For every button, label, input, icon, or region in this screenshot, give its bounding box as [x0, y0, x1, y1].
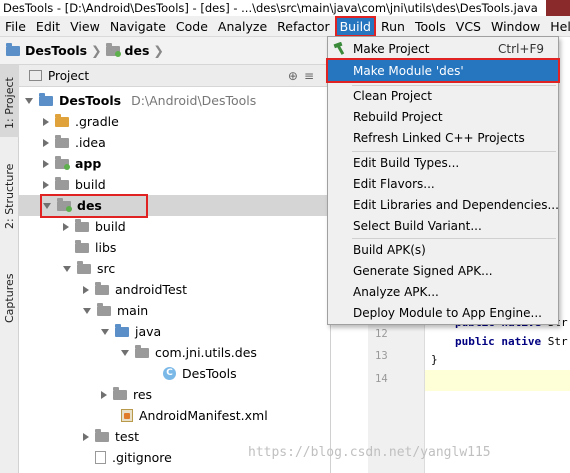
menu-code[interactable]: Code	[171, 16, 213, 37]
xml-file-icon	[121, 409, 133, 422]
folder-icon	[55, 134, 69, 148]
window-title-bar: DesTools - [D:\Android\DesTools] - [des]…	[0, 0, 570, 16]
annotation-box-des	[40, 194, 148, 218]
menu-item-analyze-apk[interactable]: Analyze APK...	[328, 281, 558, 302]
menu-item-make-project[interactable]: Make Project Ctrl+F9	[328, 38, 558, 59]
menu-item-rebuild-project[interactable]: Rebuild Project	[328, 106, 558, 127]
tree-row-libs[interactable]: libs	[19, 237, 374, 258]
tab-captures[interactable]: Captures	[0, 255, 19, 325]
folder-icon	[97, 302, 111, 316]
tree-row-app[interactable]: app	[19, 153, 354, 174]
menu-edit[interactable]: Edit	[31, 16, 65, 37]
menu-item-select-build-variant[interactable]: Select Build Variant...	[328, 215, 558, 236]
window-title: DesTools - [D:\Android\DesTools] - [des]…	[3, 1, 538, 15]
menu-build[interactable]: Build	[334, 15, 376, 37]
menu-item-generate-signed-apk[interactable]: Generate Signed APK...	[328, 260, 558, 281]
menu-item-build-apk[interactable]: Build APK(s)	[328, 239, 558, 260]
menu-item-edit-build-types[interactable]: Edit Build Types...	[328, 152, 558, 173]
menu-analyze[interactable]: Analyze	[213, 16, 272, 37]
line-number: 14	[375, 373, 388, 385]
chevron-right-icon: ❯	[153, 43, 164, 58]
menu-file[interactable]: File	[0, 16, 31, 37]
menu-refactor[interactable]: Refactor	[272, 16, 334, 37]
source-folder-icon	[115, 323, 129, 337]
line-number: 12	[375, 328, 388, 340]
tab-structure[interactable]: 2: Structure	[0, 153, 19, 233]
project-view-selector[interactable]: Project	[48, 69, 89, 83]
menu-vcs[interactable]: VCS	[451, 16, 486, 37]
module-folder-icon	[105, 42, 121, 57]
current-line-highlight	[425, 370, 570, 391]
tree-row-idea[interactable]: .idea	[19, 132, 354, 153]
folder-icon	[55, 113, 69, 127]
folder-icon	[55, 176, 69, 190]
line-number: 13	[375, 350, 388, 362]
menu-help[interactable]: Help	[545, 16, 570, 37]
breadcrumb-project[interactable]: DesTools	[25, 43, 87, 58]
menu-item-edit-flavors[interactable]: Edit Flavors...	[328, 173, 558, 194]
project-tree: DesTools D:\Android\DesTools .gradle .id…	[19, 87, 354, 473]
build-menu: Make Project Ctrl+F9 Make Module 'des' C…	[326, 36, 560, 325]
package-icon	[135, 344, 149, 358]
breadcrumb: DesTools ❯ des ❯	[0, 37, 330, 65]
tree-row-des-build[interactable]: build	[19, 216, 374, 237]
menu-tools[interactable]: Tools	[410, 16, 451, 37]
folder-icon	[95, 428, 109, 442]
folder-icon	[77, 260, 91, 274]
class-icon: C	[163, 367, 176, 380]
menu-run[interactable]: Run	[376, 16, 410, 37]
menu-item-refresh-cpp[interactable]: Refresh Linked C++ Projects	[328, 127, 558, 148]
tree-row-gradle[interactable]: .gradle	[19, 111, 354, 132]
menu-item-deploy-app-engine[interactable]: Deploy Module to App Engine...	[328, 302, 558, 323]
menu-bar: File Edit View Navigate Code Analyze Ref…	[0, 15, 570, 37]
chevron-right-icon: ❯	[91, 43, 102, 58]
hammer-icon	[333, 42, 345, 55]
menu-item-make-module[interactable]: Make Module 'des'	[326, 58, 560, 83]
project-panel-header: Project ⊕≡	[19, 65, 330, 87]
menu-view[interactable]: View	[65, 16, 105, 37]
code-line: }	[431, 353, 438, 366]
tool-window-strip: 1: Project 2: Structure Captures	[0, 65, 19, 473]
folder-icon	[75, 218, 89, 232]
title-bar-edge	[546, 0, 570, 16]
tree-row-build[interactable]: build	[19, 174, 354, 195]
project-folder-icon	[39, 92, 53, 106]
tree-row-src[interactable]: src	[19, 258, 374, 279]
folder-icon	[6, 42, 20, 56]
window-icon	[29, 70, 42, 81]
menu-navigate[interactable]: Navigate	[105, 16, 171, 37]
file-icon	[95, 451, 106, 464]
menu-item-clean-project[interactable]: Clean Project	[328, 85, 558, 106]
module-folder-icon	[55, 155, 70, 170]
menu-window[interactable]: Window	[486, 16, 545, 37]
breadcrumb-module[interactable]: des	[125, 43, 150, 58]
menu-item-edit-libraries[interactable]: Edit Libraries and Dependencies...	[328, 194, 559, 215]
folder-icon	[113, 386, 127, 400]
tree-row-root[interactable]: DesTools D:\Android\DesTools	[19, 90, 336, 111]
code-line: public native Str	[455, 335, 568, 348]
watermark: https://blog.csdn.net/yanglw115	[248, 445, 491, 460]
tab-project[interactable]: 1: Project	[0, 65, 19, 137]
folder-icon	[95, 281, 109, 295]
folder-icon	[75, 239, 89, 253]
panel-actions[interactable]: ⊕≡	[288, 69, 320, 83]
